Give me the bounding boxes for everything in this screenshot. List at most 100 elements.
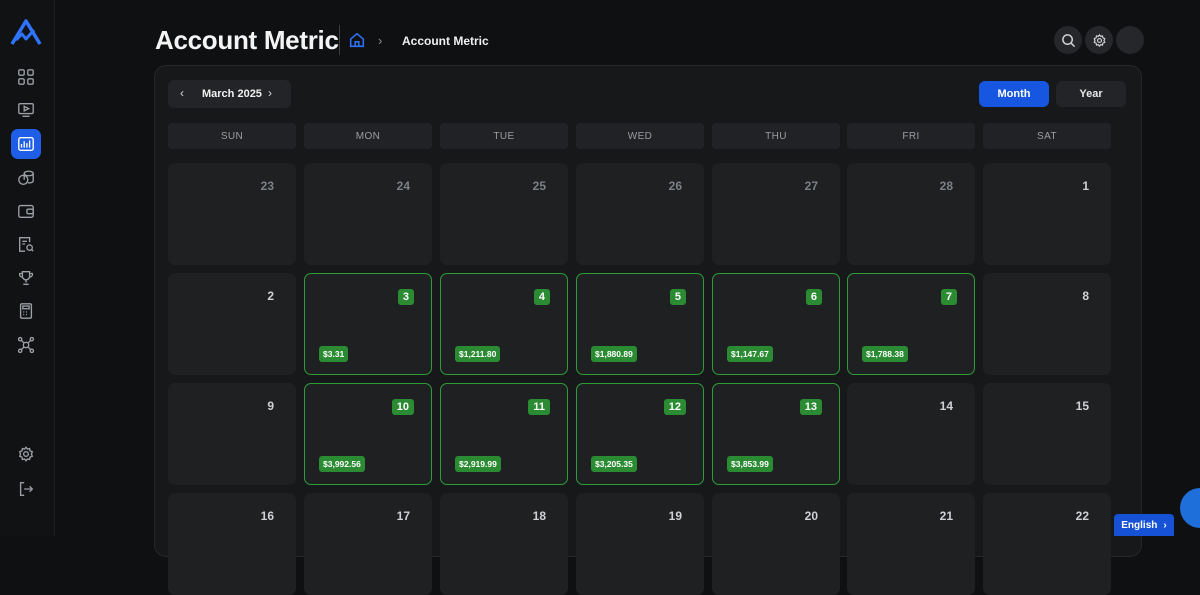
language-label: English [1121,519,1158,531]
breadcrumb-current: Account Metric [402,34,489,48]
weekday-header: SUN [168,123,296,149]
chevron-right-icon: › [1163,519,1167,531]
calendar-day-cell[interactable]: 22 [983,493,1111,595]
calendar-day-cell[interactable]: 24 [304,163,432,265]
day-number: 10 [391,399,414,415]
gear-icon [1092,33,1106,47]
calendar-day-cell[interactable]: 27 [712,163,840,265]
video-player-icon[interactable] [11,95,41,125]
pnl-badge: $1,880.89 [591,346,637,362]
calculator-icon[interactable] [11,296,41,326]
calendar-day-cell[interactable]: 7 $1,788.38 [847,273,975,375]
weekday-header: THU [712,123,840,149]
calendar-day-cell[interactable]: 19 [576,493,704,595]
dashboard-grid-icon[interactable] [11,62,41,92]
chat-widget-button[interactable] [1180,488,1200,528]
pnl-badge: $3,853.99 [727,456,773,472]
calendar-day-cell[interactable]: 8 [983,273,1111,375]
calendar-day-cell[interactable]: 13 $3,853.99 [712,383,840,485]
page-title: Account Metric [155,25,339,55]
trophy-icon[interactable] [11,263,41,293]
pnl-badge: $1,788.38 [862,346,908,362]
day-number: 15 [1075,399,1089,413]
calendar-day-cell[interactable]: 18 [440,493,568,595]
calendar-day-cell[interactable]: 11 $2,919.99 [440,383,568,485]
calendar-day-cell[interactable]: 3 $3.31 [304,273,432,375]
home-icon[interactable] [348,31,366,49]
brand-logo[interactable] [10,18,42,48]
day-number: 4 [533,289,550,305]
day-number: 5 [669,289,686,305]
month-view-button[interactable]: Month [979,81,1049,107]
calendar-day-cell[interactable]: 6 $1,147.67 [712,273,840,375]
coins-icon[interactable] [11,163,41,193]
day-number: 26 [668,179,682,193]
day-number: 23 [260,179,274,193]
settings-button[interactable] [1085,26,1113,54]
calendar-day-cell[interactable]: 10 $3,992.56 [304,383,432,485]
day-number: 7 [940,289,957,305]
day-number: 13 [799,399,822,415]
network-icon[interactable] [11,330,41,360]
wallet-icon[interactable] [11,196,41,226]
day-number: 12 [663,399,686,415]
calendar-day-cell[interactable]: 23 [168,163,296,265]
pnl-badge: $2,919.99 [455,456,501,472]
day-number: 19 [668,509,682,523]
calendar-day-cell[interactable]: 1 [983,163,1111,265]
day-number: 16 [260,509,274,523]
language-selector[interactable]: English › [1114,514,1174,536]
pnl-badge: $3,205.35 [591,456,637,472]
day-number: 11 [528,399,550,415]
calendar-day-cell[interactable]: 25 [440,163,568,265]
calendar-day-cell[interactable]: 5 $1,880.89 [576,273,704,375]
pnl-badge: $1,147.67 [727,346,773,362]
day-number: 1 [1082,179,1089,193]
day-number: 24 [396,179,410,193]
day-number: 25 [532,179,546,193]
weekday-header: MON [304,123,432,149]
sidebar [0,0,55,536]
calendar-day-cell[interactable]: 20 [712,493,840,595]
day-number: 9 [267,399,274,413]
pnl-badge: $1,211.80 [455,346,501,362]
day-number: 18 [532,509,546,523]
day-number: 20 [804,509,818,523]
calendar-day-cell[interactable]: 9 [168,383,296,485]
calendar-day-cell[interactable]: 21 [847,493,975,595]
calendar-day-cell[interactable]: 14 [847,383,975,485]
month-navigator: ‹ March 2025 › [168,80,291,108]
calendar-day-cell[interactable]: 15 [983,383,1111,485]
calendar-day-cell[interactable]: 4 $1,211.80 [440,273,568,375]
prev-month-button[interactable]: ‹ [180,86,184,100]
calendar-day-cell[interactable]: 16 [168,493,296,595]
pnl-badge: $3.31 [319,346,349,362]
logout-icon[interactable] [11,474,41,504]
header-divider [339,25,340,55]
gear-icon[interactable] [11,439,41,469]
calendar-metrics-icon[interactable] [11,129,41,159]
report-search-icon[interactable] [11,229,41,259]
weekday-header: WED [576,123,704,149]
day-number: 22 [1075,509,1089,523]
day-number: 21 [939,509,953,523]
day-number: 8 [1082,289,1089,303]
day-number: 2 [267,289,274,303]
day-number: 17 [396,509,410,523]
calendar-day-cell[interactable]: 17 [304,493,432,595]
avatar[interactable] [1116,26,1144,54]
current-month-label: March 2025 [202,88,262,100]
search-icon [1061,33,1075,47]
weekday-header: SAT [983,123,1111,149]
calendar-day-cell[interactable]: 26 [576,163,704,265]
calendar-day-cell[interactable]: 2 [168,273,296,375]
weekday-header: TUE [440,123,568,149]
day-number: 3 [397,289,414,305]
calendar-day-cell[interactable]: 28 [847,163,975,265]
day-number: 6 [805,289,822,305]
breadcrumb-chevron-icon: › [378,33,383,48]
search-button[interactable] [1054,26,1082,54]
calendar-day-cell[interactable]: 12 $3,205.35 [576,383,704,485]
next-month-button[interactable]: › [268,86,272,100]
year-view-button[interactable]: Year [1056,81,1126,107]
